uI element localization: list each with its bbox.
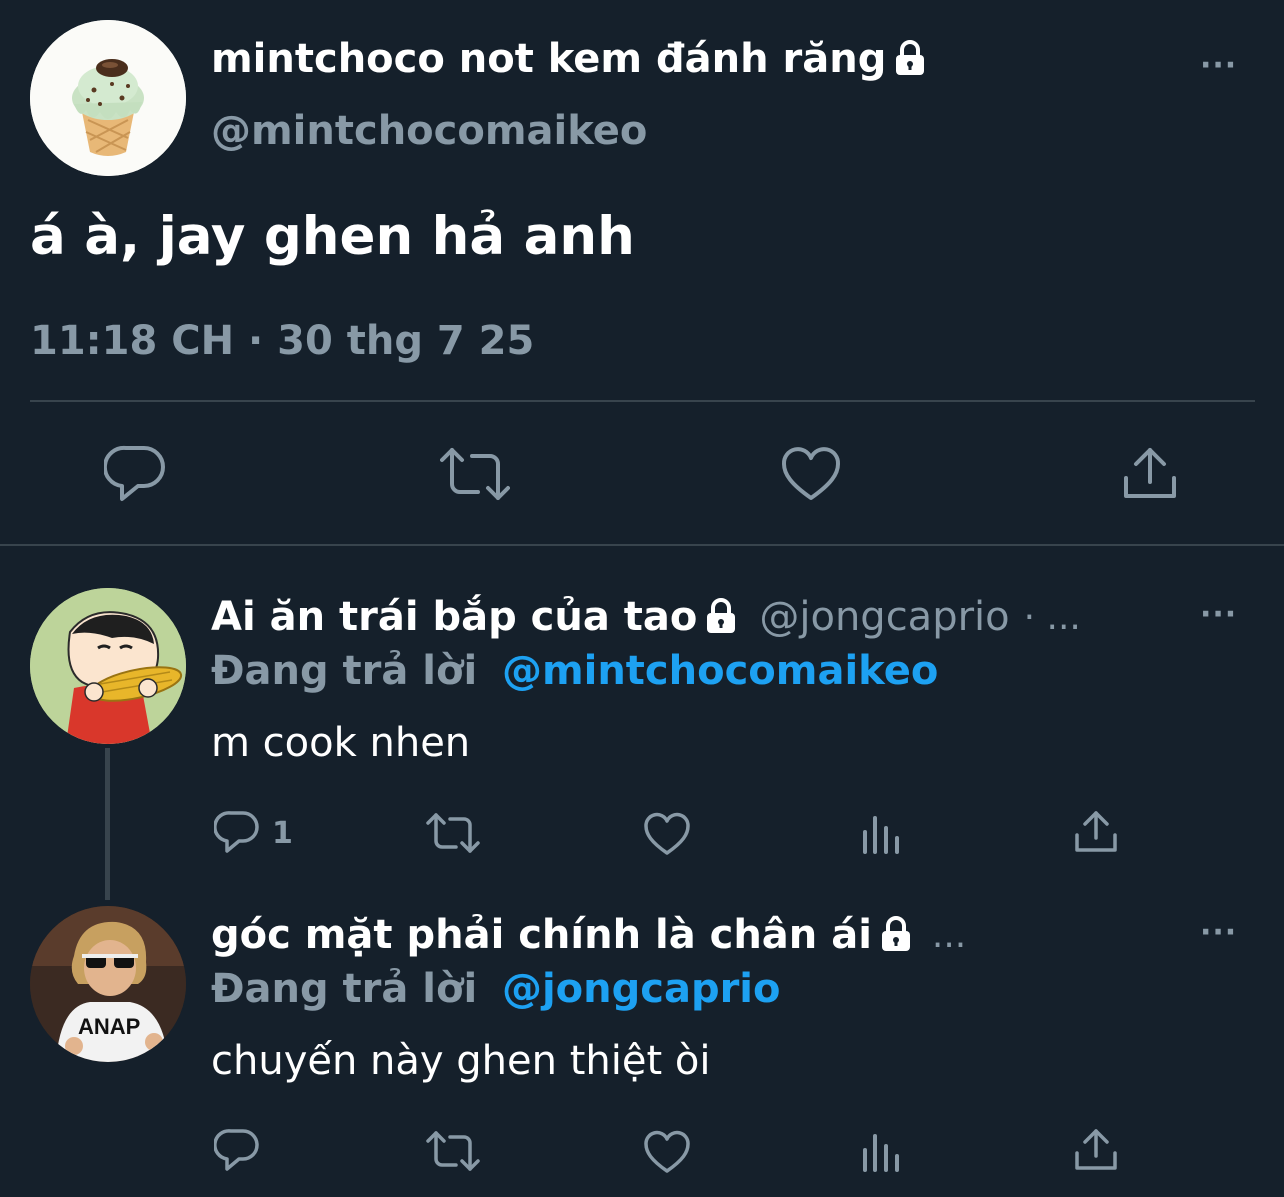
lock-icon	[701, 597, 741, 637]
like-icon[interactable]	[781, 446, 841, 502]
reply-icon[interactable]	[214, 1128, 260, 1174]
reply2-replying-to: Đang trả lời @jongcaprio	[211, 966, 781, 1012]
more-icon[interactable]: ···	[1200, 48, 1237, 83]
reply1-avatar[interactable]	[30, 588, 186, 744]
replying-prefix: Đang trả lời	[211, 966, 478, 1012]
reply2-display-name[interactable]: góc mặt phải chính là chân ái	[211, 912, 872, 958]
main-timestamp[interactable]: 11:18 CH · 30 thg 7 25	[30, 318, 534, 364]
share-icon[interactable]	[1074, 1128, 1118, 1172]
reply-icon	[214, 811, 259, 853]
lock-icon	[876, 915, 916, 955]
more-icon[interactable]: ···	[1200, 915, 1237, 950]
thread-connector	[105, 748, 110, 900]
main-display-name-row: mintchoco not kem đánh răng	[211, 36, 930, 82]
reply1-handle[interactable]: @jongcaprio	[759, 594, 1009, 640]
replying-prefix: Đang trả lời	[211, 648, 478, 694]
reply-icon[interactable]	[104, 444, 166, 504]
share-icon[interactable]	[1122, 446, 1178, 502]
shin-chan-avatar-image	[30, 588, 186, 744]
replying-to-link[interactable]: @jongcaprio	[502, 966, 781, 1012]
reply2-avatar[interactable]: ANAP	[30, 906, 186, 1062]
tweet-thread: mintchoco not kem đánh răng @mintchocoma…	[0, 0, 1284, 1197]
retweet-icon[interactable]	[426, 1130, 480, 1172]
divider	[0, 544, 1284, 546]
lock-icon	[890, 39, 930, 79]
like-icon[interactable]	[643, 812, 691, 856]
ice-cream-avatar-image	[30, 20, 186, 176]
share-icon[interactable]	[1074, 810, 1118, 854]
analytics-icon[interactable]	[860, 1130, 902, 1172]
analytics-icon[interactable]	[860, 812, 902, 854]
main-handle[interactable]: @mintchocomaikeo	[211, 108, 647, 154]
main-tweet-text: á à, jay ghen hả anh	[30, 206, 635, 267]
reply1-handle-suffix: · ...	[1023, 596, 1081, 638]
more-icon[interactable]: ···	[1200, 597, 1237, 632]
reply1-display-name[interactable]: Ai ăn trái bắp của tao	[211, 594, 697, 640]
reply-count: 1	[272, 815, 293, 851]
reply-button[interactable]: 1	[214, 810, 293, 856]
retweet-icon[interactable]	[426, 812, 480, 854]
retweet-icon[interactable]	[440, 446, 510, 502]
like-icon[interactable]	[643, 1130, 691, 1174]
person-avatar-image: ANAP	[30, 906, 186, 1062]
divider	[30, 400, 1255, 402]
main-display-name: mintchoco not kem đánh răng	[211, 36, 887, 82]
reply2-handle-suffix: ...	[931, 914, 967, 956]
reply2-header: góc mặt phải chính là chân ái ...	[211, 912, 966, 958]
shirt-text: ANAP	[78, 1014, 140, 1039]
main-avatar[interactable]	[30, 20, 186, 176]
reply1-text: m cook nhen	[211, 720, 471, 766]
reply1-replying-to: Đang trả lời @mintchocomaikeo	[211, 648, 938, 694]
replying-to-link[interactable]: @mintchocomaikeo	[502, 648, 938, 694]
reply2-text: chuyến này ghen thiệt òi	[211, 1038, 711, 1084]
reply1-header: Ai ăn trái bắp của tao @jongcaprio · ...	[211, 594, 1081, 640]
